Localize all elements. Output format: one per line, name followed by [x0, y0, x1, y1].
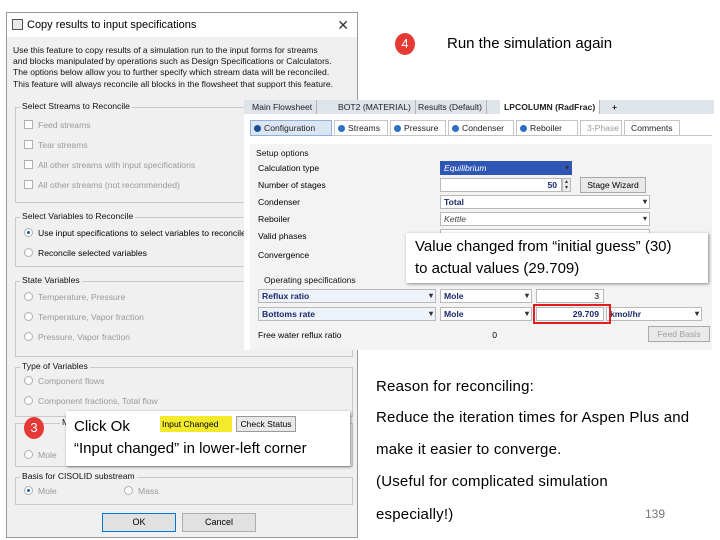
dialog-description: Use this feature to copy results of a si… [13, 45, 353, 90]
check-icon [452, 125, 459, 132]
reflux-ratio-spec[interactable]: Reflux ratio [258, 289, 436, 303]
close-icon[interactable]: ✕ [337, 13, 349, 37]
stages-input[interactable]: 50 [440, 178, 562, 192]
form-tabs: Configuration Streams Pressure Condenser… [250, 120, 712, 136]
valid-phases-label: Valid phases [258, 231, 307, 241]
description-line: Use this feature to copy results of a si… [13, 45, 318, 55]
stages-label: Number of stages [258, 180, 326, 190]
cisolid-mass-radio[interactable]: Mass [124, 486, 159, 496]
feed-basis-button[interactable]: Feed Basis [648, 326, 710, 342]
document-tabs: Main Flowsheet BOT2 (MATERIAL) Results (… [244, 100, 714, 114]
step-4-text: Run the simulation again [447, 35, 613, 52]
bottoms-units-select[interactable]: kmol/hr [606, 307, 702, 321]
reboiler-select[interactable]: Kettle [440, 212, 650, 226]
step-3-line-2: “Input changed” in lower-left corner [74, 440, 307, 457]
tab-results[interactable]: Results (Default) [414, 100, 487, 114]
reason-line-4: especially!) [376, 506, 454, 523]
dialog-title: Copy results to input specifications [27, 19, 197, 31]
feed-streams-checkbox[interactable]: Feed streams [24, 120, 91, 130]
variables-group-label: Select Variables to Reconcile [20, 211, 136, 221]
cisolid-mole-radio[interactable]: Mole [24, 486, 57, 496]
other-streams-checkbox[interactable]: All other streams (not recommended) [24, 180, 180, 190]
calc-type-label: Calculation type [258, 163, 320, 173]
value-change-line-2: to actual values (29.709) [415, 260, 580, 277]
description-line: This feature will always reconcile all b… [13, 78, 334, 89]
reconcile-selected-radio[interactable]: Reconcile selected variables [24, 248, 147, 258]
component-fractions-radio[interactable]: Component fractions, Total flow [24, 396, 158, 406]
tab-bot2[interactable]: BOT2 (MATERIAL) [334, 100, 416, 114]
condenser-select[interactable]: Total [440, 195, 650, 209]
tab-streams[interactable]: Streams [334, 120, 388, 136]
status-strip-overlay: Input Changed Check Status [160, 414, 298, 434]
step-3-badge: 3 [24, 417, 44, 439]
value-change-line-1: Value changed from “initial guess” (30) [415, 238, 672, 255]
tab-comments[interactable]: Comments [624, 120, 680, 136]
dialog-title-bar: Copy results to input specifications ✕ [7, 13, 357, 37]
stages-stepper[interactable]: ▴ ▾ [562, 178, 571, 192]
step-3-line-1: Click Ok [74, 418, 130, 435]
tear-streams-checkbox[interactable]: Tear streams [24, 140, 88, 150]
check-icon [394, 125, 401, 132]
tab-condenser[interactable]: Condenser [448, 120, 514, 136]
streams-group-label: Select Streams to Reconcile [20, 101, 132, 111]
value-change-callout: Value changed from “initial guess” (30) … [406, 233, 708, 283]
calc-type-select[interactable]: Equilibrium [440, 161, 572, 175]
temperature-pressure-radio[interactable]: Temperature, Pressure [24, 292, 125, 302]
reflux-basis-select[interactable]: Mole [440, 289, 532, 303]
other-streams-input-checkbox[interactable]: All other streams with input specificati… [24, 160, 195, 170]
description-line: and blocks manipulated by operations suc… [13, 56, 332, 67]
bottoms-rate-spec[interactable]: Bottoms rate [258, 307, 436, 321]
tab-main-flowsheet[interactable]: Main Flowsheet [248, 100, 318, 114]
ok-button[interactable]: OK [102, 513, 176, 532]
operating-specs-heading: Operating specifications [262, 275, 358, 285]
check-status-button-overlay[interactable]: Check Status [236, 416, 296, 432]
condenser-label: Condenser [258, 197, 301, 207]
cisolid-group-label: Basis for CISOLID substream [20, 471, 137, 481]
reflux-ratio-input[interactable]: 3 [536, 289, 604, 303]
component-flows-radio[interactable]: Component flows [24, 376, 104, 386]
tab-pressure[interactable]: Pressure [390, 120, 446, 136]
input-changed-status-overlay: Input Changed [160, 416, 232, 432]
temperature-vapor-fraction-radio[interactable]: Temperature, Vapor fraction [24, 312, 144, 322]
page-number: 139 [645, 507, 666, 521]
type-of-variables-label: Type of Variables [20, 361, 90, 371]
check-icon [254, 125, 261, 132]
tab-reboiler[interactable]: Reboiler [516, 120, 578, 136]
cancel-button[interactable]: Cancel [182, 513, 256, 532]
reason-line-1: Reduce the iteration times for Aspen Plu… [376, 409, 690, 426]
reason-title: Reason for reconciling: [376, 378, 535, 395]
type-of-variables-group: Type of Variables Component flows Compon… [15, 361, 353, 417]
check-icon [520, 125, 527, 132]
convergence-label: Convergence [258, 250, 310, 260]
reason-line-3: (Useful for complicated simulation [376, 473, 608, 490]
step-4-badge: 4 [395, 33, 415, 55]
free-water-label: Free water reflux ratio [258, 330, 342, 340]
value-highlight-box [533, 304, 611, 324]
tab-3-phase[interactable]: 3-Phase [580, 120, 622, 136]
state-variables-label: State Variables [20, 275, 82, 285]
app-icon [12, 19, 23, 30]
cisolid-group: Basis for CISOLID substream Mole Mass [15, 471, 353, 505]
reason-line-2: make it easier to converge. [376, 441, 562, 458]
reboiler-label: Reboiler [258, 214, 291, 224]
radfrac-window: Main Flowsheet BOT2 (MATERIAL) Results (… [244, 100, 714, 350]
stage-wizard-button[interactable]: Stage Wizard [580, 177, 646, 193]
use-input-specs-radio[interactable]: Use input specifications to select varia… [24, 228, 246, 238]
check-icon [338, 125, 345, 132]
pressure-vapor-fraction-radio[interactable]: Pressure, Vapor fraction [24, 332, 130, 342]
description-line: The options below allow you to further s… [13, 67, 330, 78]
tab-lpcolumn[interactable]: LPCOLUMN (RadFrac) [500, 100, 601, 114]
mixed-mole-radio[interactable]: Mole [24, 450, 57, 460]
add-tab-button[interactable]: + [608, 100, 621, 114]
tab-configuration[interactable]: Configuration [250, 120, 332, 136]
setup-options-heading: Setup options [256, 148, 309, 158]
bottoms-basis-select[interactable]: Mole [440, 307, 532, 321]
free-water-input[interactable]: 0 [440, 328, 502, 342]
